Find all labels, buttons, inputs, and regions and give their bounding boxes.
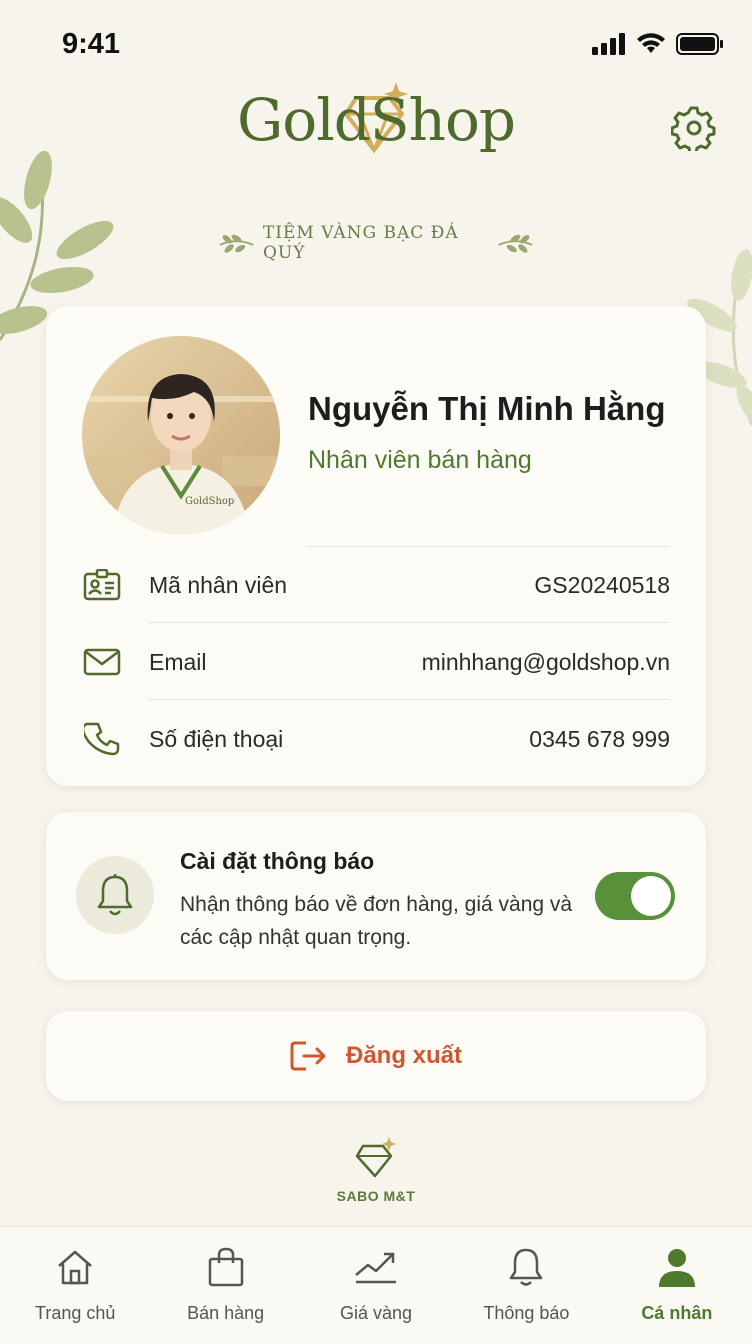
- status-time: 9:41: [62, 28, 121, 60]
- phone-row: Số điện thoại 0345 678 999: [82, 709, 670, 769]
- tab-label: Giá vàng: [339, 1303, 413, 1323]
- status-icons: [592, 32, 724, 56]
- phone-value[interactable]: 0345 678 999: [529, 726, 670, 753]
- avatar-photo: GoldShop: [82, 336, 280, 534]
- bell-icon: [97, 874, 133, 916]
- wifi-icon: [637, 33, 665, 53]
- email-value[interactable]: minhhang@goldshop.vn: [422, 649, 670, 676]
- user-name: Nguyễn Thị Minh Hằng: [308, 390, 666, 427]
- phone-label: Số điện thoại: [149, 725, 284, 752]
- tab-label: Thông báo: [483, 1303, 570, 1323]
- tab-gold-price[interactable]: Giá vàng: [301, 1227, 451, 1344]
- employee-id-row: Mã nhân viên GS20240518: [82, 555, 670, 615]
- toggle-knob: [631, 876, 671, 916]
- brand-name: GoldShop: [236, 86, 516, 154]
- avatar: GoldShop: [82, 336, 280, 534]
- status-bar: 9:41: [0, 0, 752, 88]
- bell-icon-circle: [76, 856, 154, 934]
- profile-card: GoldShop Nguyễn Thị Minh Hằng Nhân viên …: [46, 306, 706, 786]
- notification-settings-title: Cài đặt thông báo: [180, 848, 375, 874]
- user-role: Nhân viên bán hàng: [308, 446, 532, 474]
- logout-button[interactable]: Đăng xuất: [46, 1011, 706, 1101]
- trend-chart-icon: [354, 1245, 398, 1289]
- divider: [148, 699, 670, 700]
- tab-notifications[interactable]: Thông báo: [451, 1227, 601, 1344]
- tab-label: Bán hàng: [187, 1303, 265, 1323]
- footer-logo: [0, 1136, 752, 1183]
- tab-sales[interactable]: Bán hàng: [150, 1227, 300, 1344]
- bell-icon: [507, 1245, 545, 1289]
- battery-icon: [676, 33, 723, 55]
- notification-settings-description: Nhận thông báo về đơn hàng, giá vàng và …: [180, 893, 573, 949]
- laurel-left-icon: [219, 234, 254, 253]
- brand-tagline-row: TIỆM VÀNG BẠC ĐÁ QUÝ: [218, 223, 534, 263]
- diamond-small-icon: [355, 1137, 396, 1178]
- tab-label: Trang chủ: [35, 1303, 116, 1323]
- tab-home[interactable]: Trang chủ: [0, 1227, 150, 1344]
- logout-icon: [290, 1041, 326, 1071]
- tab-label: Cá nhân: [641, 1303, 713, 1323]
- email-row: Email minhhang@goldshop.vn: [82, 632, 670, 692]
- gear-icon: [671, 106, 716, 151]
- home-icon: [55, 1245, 95, 1289]
- shopping-bag-icon: [207, 1245, 245, 1289]
- id-card-icon: [82, 565, 122, 605]
- laurel-right-icon: [498, 234, 533, 253]
- phone-icon: [82, 719, 122, 759]
- employee-id-label: Mã nhân viên: [149, 571, 288, 598]
- tab-profile[interactable]: Cá nhân: [602, 1227, 752, 1344]
- notification-toggle[interactable]: [595, 872, 675, 920]
- divider: [306, 546, 670, 547]
- signal-icon: [592, 33, 625, 55]
- settings-button[interactable]: [668, 102, 720, 154]
- tab-bar: Trang chủ Bán hàng Giá vàng Thông báo Cá…: [0, 1226, 752, 1344]
- avatar-badge-text: GoldShop: [185, 496, 234, 507]
- logout-label: Đăng xuất: [345, 1042, 462, 1069]
- notification-settings-card: Cài đặt thông báo Nhận thông báo về đơn …: [46, 812, 706, 980]
- divider: [148, 622, 670, 623]
- footer-text: SABO M&T: [336, 1188, 416, 1204]
- brand-tagline: TIỆM VÀNG BẠC ĐÁ QUÝ: [262, 223, 459, 263]
- employee-id-value: GS20240518: [534, 571, 670, 598]
- user-icon: [657, 1245, 697, 1289]
- mail-icon: [82, 642, 122, 682]
- email-label: Email: [149, 648, 207, 675]
